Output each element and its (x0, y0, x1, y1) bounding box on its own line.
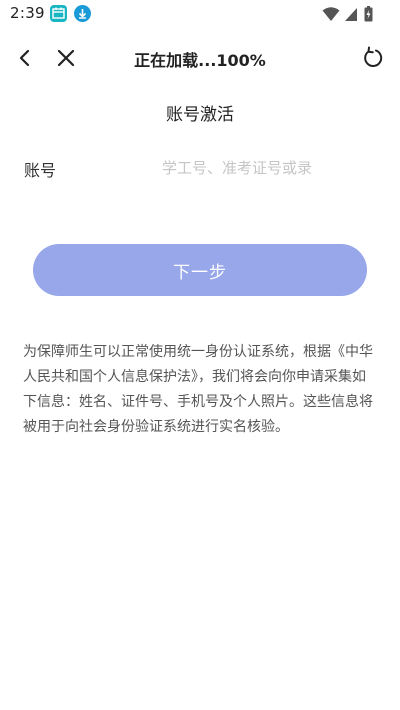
download-app-icon (74, 5, 91, 22)
signal-icon (345, 8, 357, 21)
account-row: 账号 (0, 150, 400, 186)
account-input[interactable] (162, 153, 346, 183)
page-title: 账号激活 (166, 105, 234, 125)
nav-bar: 正在加载...100% (0, 36, 400, 80)
refresh-icon[interactable] (360, 46, 384, 70)
calendar-app-icon (50, 5, 67, 22)
wifi-icon (322, 7, 340, 21)
status-time: 2:39 (10, 4, 45, 22)
battery-icon (364, 6, 373, 22)
account-label: 账号 (24, 161, 57, 180)
status-bar: 2:39 (0, 0, 400, 28)
privacy-notice: 为保障师生可以正常使用统一身份认证系统，根据《中华人民共和国个人信息保护法》，我… (23, 344, 373, 435)
nav-title: 正在加载...100% (134, 51, 266, 70)
next-button[interactable]: 下一步 (33, 244, 367, 296)
